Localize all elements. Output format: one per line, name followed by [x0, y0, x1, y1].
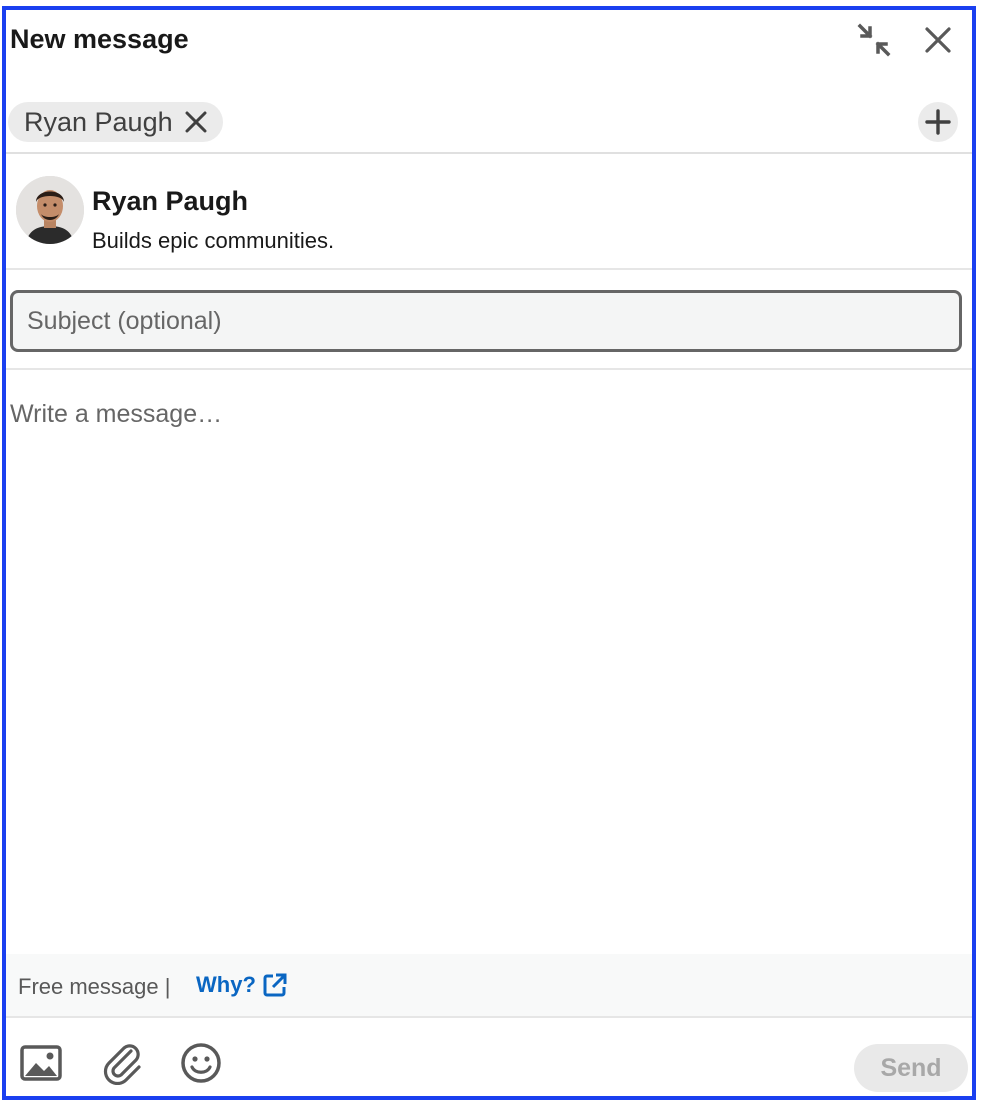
- minimize-button[interactable]: [852, 18, 896, 62]
- plus-icon: [925, 109, 951, 135]
- recipients-row: Ryan Paugh: [6, 98, 972, 154]
- avatar[interactable]: [16, 176, 84, 244]
- profile-headline: Builds epic communities.: [92, 228, 335, 253]
- why-link[interactable]: Why?: [196, 972, 288, 998]
- recipient-chip-label: Ryan Paugh: [24, 106, 173, 137]
- image-icon: [20, 1045, 62, 1081]
- minimize-arrows-icon: [857, 23, 891, 57]
- compose-title: New message: [10, 24, 189, 54]
- message-compose-window: New message Ryan Paugh Ryan Paugh Builds…: [2, 6, 976, 1100]
- attach-image-button[interactable]: [18, 1040, 64, 1086]
- remove-recipient-button[interactable]: [183, 109, 209, 135]
- free-message-note: Free message | Why?: [6, 954, 972, 1018]
- subject-input[interactable]: [10, 290, 962, 352]
- recipient-chip[interactable]: Ryan Paugh: [8, 102, 223, 142]
- attach-file-button[interactable]: [100, 1040, 146, 1086]
- close-icon: [185, 111, 207, 133]
- compose-header: New message: [6, 10, 972, 70]
- close-button[interactable]: [916, 18, 960, 62]
- emoji-icon: [181, 1043, 221, 1083]
- profile-photo: [16, 176, 84, 244]
- external-link-icon: [263, 973, 287, 997]
- profile-name[interactable]: Ryan Paugh: [92, 186, 248, 217]
- why-link-label: Why?: [196, 972, 256, 997]
- paperclip-icon: [103, 1044, 141, 1085]
- message-input[interactable]: [6, 390, 972, 950]
- compose-toolbar: Send: [6, 1020, 972, 1096]
- recipient-profile-card[interactable]: Ryan Paugh Builds epic communities.: [6, 156, 972, 270]
- send-button[interactable]: Send: [854, 1044, 968, 1092]
- add-recipient-button[interactable]: [918, 102, 958, 142]
- emoji-button[interactable]: [178, 1040, 224, 1086]
- close-icon: [925, 27, 951, 53]
- free-message-text: Free message |: [18, 974, 171, 999]
- subject-section: [6, 272, 972, 370]
